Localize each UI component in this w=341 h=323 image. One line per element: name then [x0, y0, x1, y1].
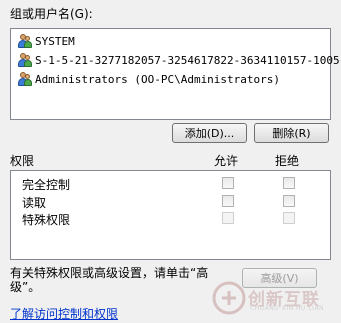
permission-full-control-label: 完全控制 [22, 178, 71, 192]
learn-access-control-link[interactable]: 了解访问控制和权限 [10, 305, 118, 322]
allow-special-checkbox[interactable] [222, 212, 234, 224]
remove-button[interactable]: 删除(R) [254, 123, 329, 143]
deny-column-header: 拒绝 [275, 154, 300, 168]
permission-special-label: 特殊权限 [22, 213, 71, 227]
permissions-list: 完全控制 读取 特殊权限 [10, 170, 331, 260]
user-item-system[interactable]: SYSTEM [16, 32, 75, 50]
users-icon [16, 52, 32, 68]
watermark-logo: 创新互联 CHUANG XIN HU LIAN [210, 278, 340, 318]
advanced-note: 有关特殊权限或高级设置，请单击“高级”。 [10, 266, 209, 294]
allow-full-control-checkbox[interactable] [222, 177, 234, 189]
permission-read-label: 读取 [22, 196, 47, 210]
user-name: S-1-5-21-3277182057-3254617822-363411015… [35, 53, 340, 67]
logo-icon [212, 281, 246, 315]
users-icon [16, 71, 32, 87]
allow-read-checkbox[interactable] [222, 195, 234, 207]
user-name: Administrators (OO-PC\Administrators) [35, 72, 281, 86]
users-label: 组或用户名(G): [10, 7, 93, 21]
user-item-administrators[interactable]: Administrators (OO-PC\Administrators) [16, 70, 280, 88]
user-item-sid[interactable]: S-1-5-21-3277182057-3254617822-363411015… [16, 51, 340, 69]
deny-special-checkbox[interactable] [283, 212, 295, 224]
deny-full-control-checkbox[interactable] [283, 177, 295, 189]
allow-column-header: 允许 [214, 154, 239, 168]
deny-read-checkbox[interactable] [283, 195, 295, 207]
user-name: SYSTEM [35, 34, 75, 48]
add-button[interactable]: 添加(D)... [172, 123, 247, 143]
users-list[interactable]: SYSTEM S-1-5-21-3277182057-3254617822-36… [10, 28, 340, 120]
permissions-label: 权限 [10, 154, 35, 168]
watermark-subtext: CHUANG XIN HU LIAN [250, 305, 325, 312]
users-icon [16, 33, 32, 49]
